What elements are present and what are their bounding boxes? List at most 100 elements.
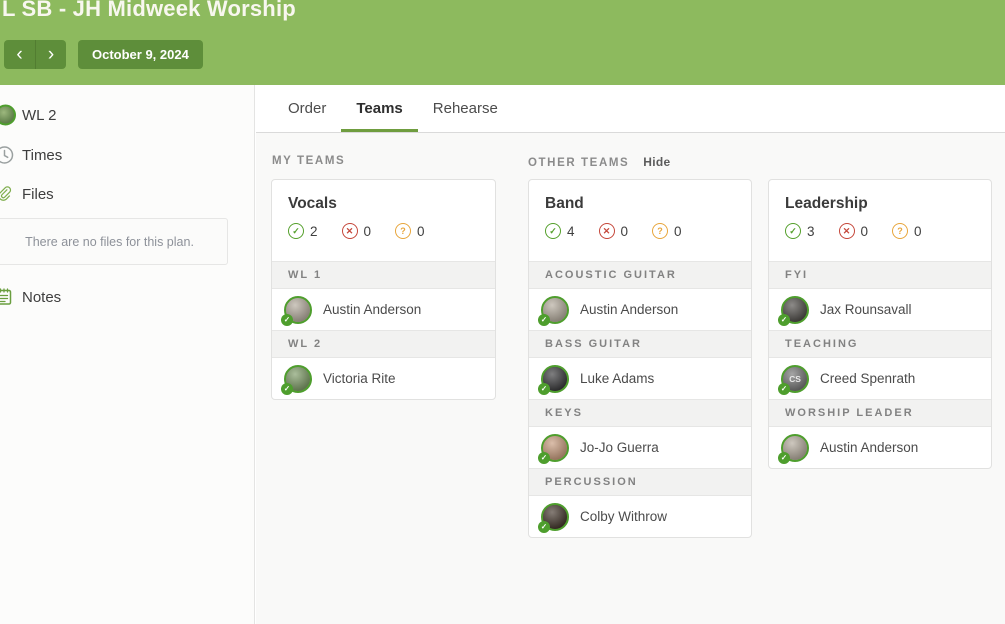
position-header: PERCUSSION [529,468,751,496]
team-name: Leadership [785,195,868,212]
team-card-header: Band ✓ 4 ✕ 0 ? 0 [529,180,751,261]
sidebar-item-plan-person[interactable]: WL 2 [0,100,56,130]
hide-other-teams-link[interactable]: Hide [643,155,670,169]
member-row[interactable]: ✓ Austin Anderson [529,289,751,330]
notes-icon [0,288,13,307]
clock-icon [0,146,14,165]
plan-main: Order Teams Rehearse MY TEAMS OTHER TEAM… [256,85,1005,624]
plan-header: L SB - JH Midweek Worship ‹ › October 9,… [0,0,1005,85]
tab-rehearse[interactable]: Rehearse [418,85,513,132]
plan-tabs: Order Teams Rehearse [256,85,1005,133]
position-header: WL 2 [272,330,495,358]
position-header: KEYS [529,399,751,427]
date-navigation: ‹ › October 9, 2024 [4,40,203,69]
position-header: BASS GUITAR [529,330,751,358]
previous-plan-button[interactable]: ‹ [4,40,35,69]
team-card-header: Vocals ✓ 2 ✕ 0 ? 0 [272,180,495,261]
confirmed-badge-icon: ✓ [778,451,790,464]
declined-count: ✕ 0 [341,223,372,239]
confirmed-badge-icon: ✓ [778,382,790,395]
sidebar-item-label: Times [22,146,63,164]
member-name: Creed Spenrath [820,371,916,386]
tab-teams[interactable]: Teams [341,85,417,132]
team-card-leadership: Leadership ✓ 3 ✕ 0 ? 0 FYI ✓ Jax Rounsavall… [768,179,992,469]
declined-count: ✕ 0 [598,223,629,239]
date-stepper: ‹ › [4,40,66,69]
member-name: Austin Anderson [323,302,422,317]
member-name: Luke Adams [580,371,655,386]
confirmed-number: 3 [807,223,815,239]
plan-page: L SB - JH Midweek Worship ‹ › October 9,… [0,0,1005,624]
team-name: Band [545,195,584,212]
sidebar-item-label: Notes [22,288,62,306]
confirmed-badge-icon: ✓ [538,382,550,395]
position-header: TEACHING [769,330,991,358]
confirmed-badge-icon: ✓ [538,313,550,326]
chevron-right-icon: › [47,44,55,65]
declined-icon: ✕ [838,223,855,239]
unconfirmed-count: ? 0 [395,223,425,239]
avatar [0,104,16,126]
files-empty-box: There are no files for this plan. [0,218,228,265]
sidebar-item-label: WL 2 [22,106,57,124]
confirmed-badge-icon: ✓ [778,313,790,326]
declined-count: ✕ 0 [838,223,869,239]
confirmed-number: 2 [310,223,318,239]
confirmed-badge-icon: ✓ [281,313,293,326]
declined-number: 0 [363,223,372,239]
member-row[interactable]: ✓ Luke Adams [529,358,751,399]
position-header: WORSHIP LEADER [769,399,991,427]
confirmed-count: ✓ 3 [785,223,815,239]
paperclip-icon [0,185,14,204]
status-counts: ✓ 4 ✕ 0 ? 0 [545,223,735,239]
member-row[interactable]: ✓ Jo-Jo Guerra [529,427,751,468]
sidebar-item-files[interactable]: Files [0,179,54,209]
page-title: L SB - JH Midweek Worship [2,0,296,21]
status-counts: ✓ 3 ✕ 0 ? 0 [785,223,975,239]
unconfirmed-icon: ? [395,223,412,239]
member-name: Jax Rounsavall [820,302,912,317]
sidebar-item-label: Files [22,185,54,203]
team-card-vocals: Vocals ✓ 2 ✕ 0 ? 0 WL 1 ✓ Austin Anderson W… [271,179,496,400]
sidebar-item-notes[interactable]: Notes [0,282,61,312]
position-header: WL 1 [272,261,495,289]
declined-number: 0 [860,223,869,239]
confirmed-icon: ✓ [545,223,561,239]
declined-icon: ✕ [341,223,358,239]
member-name: Austin Anderson [820,440,919,455]
unconfirmed-icon: ? [652,223,669,239]
confirmed-count: ✓ 2 [288,223,318,239]
member-row[interactable]: ✓ Austin Anderson [272,289,495,330]
unconfirmed-icon: ? [892,223,909,239]
status-counts: ✓ 2 ✕ 0 ? 0 [288,223,479,239]
member-name: Jo-Jo Guerra [580,440,659,455]
member-row[interactable]: ✓ Jax Rounsavall [769,289,991,330]
member-name: Colby Withrow [580,509,668,524]
tab-order[interactable]: Order [273,85,341,132]
member-row[interactable]: CS ✓ Creed Spenrath [769,358,991,399]
next-plan-button[interactable]: › [35,40,66,69]
other-teams-heading: OTHER TEAMS [528,157,630,169]
declined-number: 0 [620,223,629,239]
teams-content: MY TEAMS OTHER TEAMS Hide Vocals ✓ 2 ✕ 0 ?… [256,133,1005,624]
confirmed-icon: ✓ [288,223,304,239]
member-row[interactable]: ✓ Colby Withrow [529,496,751,537]
sidebar-item-times[interactable]: Times [0,140,62,170]
member-row[interactable]: ✓ Austin Anderson [769,427,991,468]
plan-date-button[interactable]: October 9, 2024 [78,40,203,69]
chevron-left-icon: ‹ [16,44,23,65]
position-header: ACOUSTIC GUITAR [529,261,751,289]
member-name: Austin Anderson [580,302,679,317]
member-name: Victoria Rite [323,371,396,386]
confirmed-number: 4 [567,223,575,239]
team-name: Vocals [288,195,337,212]
member-row[interactable]: ✓ Victoria Rite [272,358,495,399]
team-card-band: Band ✓ 4 ✕ 0 ? 0 ACOUSTIC GUITAR ✓ Austin A… [528,179,752,538]
confirmed-icon: ✓ [785,223,801,239]
my-teams-heading: MY TEAMS [272,155,346,167]
confirmed-badge-icon: ✓ [538,451,550,464]
confirmed-count: ✓ 4 [545,223,575,239]
unconfirmed-number: 0 [914,223,922,239]
confirmed-badge-icon: ✓ [538,520,550,533]
confirmed-badge-icon: ✓ [281,382,293,395]
